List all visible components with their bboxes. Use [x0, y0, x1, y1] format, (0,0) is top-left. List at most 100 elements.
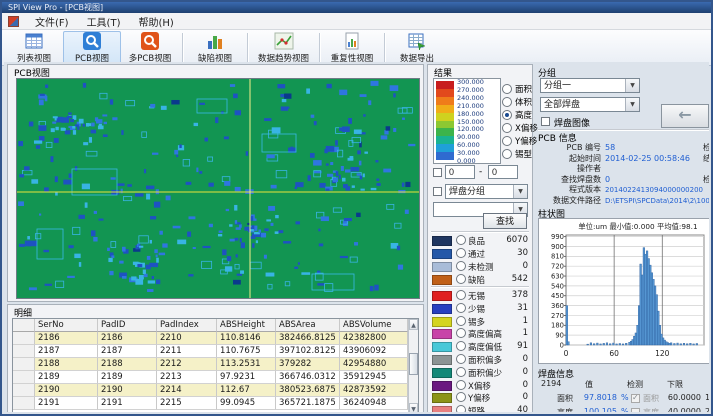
table-cell: 2187 [98, 345, 157, 358]
range-filter-checkbox[interactable] [433, 168, 442, 177]
column-header-serno[interactable]: SerNo [35, 319, 98, 332]
menu-item-tools[interactable]: 工具(T) [78, 14, 130, 29]
radio-icon[interactable] [456, 235, 466, 245]
pad-group-checkbox[interactable] [433, 187, 442, 196]
table-row[interactable]: 219021902214112.67380523.687542873592 [13, 384, 408, 397]
scroll-up-icon[interactable]: ▲ [409, 319, 418, 330]
radio-icon[interactable] [456, 316, 466, 326]
legend-item[interactable]: X偏移0 [430, 379, 530, 392]
radio-icon[interactable] [456, 380, 466, 390]
table-cell: 2191 [35, 397, 98, 410]
column-header-absheight[interactable]: ABSHeight [217, 319, 276, 332]
legend-item-count: 6070 [506, 235, 528, 245]
toolbar-list-view-button[interactable]: 列表视图 [5, 31, 63, 64]
radio-icon[interactable] [456, 341, 466, 351]
legend-item[interactable]: 缺陷542 [430, 273, 530, 286]
back-arrow-button[interactable]: ← [661, 104, 709, 128]
radio-icon[interactable] [456, 392, 466, 402]
table-row[interactable]: 218721872211110.7675397102.812543906092 [13, 345, 408, 358]
legend-item-count: 91 [517, 341, 528, 351]
pcb-board-view[interactable] [16, 78, 420, 299]
radio-icon[interactable] [456, 290, 466, 300]
legend-item[interactable]: 短路40 [430, 404, 530, 412]
menu-item-help[interactable]: 帮助(H) [129, 14, 182, 29]
legend-item-label: 未检测 [468, 261, 494, 273]
legend-color-swatch [432, 393, 452, 403]
toolbar-pcb-view-button[interactable]: PCB视图 [63, 31, 121, 64]
table-row[interactable]: 21892189221397.9231366746.031235912945 [13, 371, 408, 384]
chevron-down-icon[interactable]: ▼ [513, 185, 527, 198]
menu-item-file[interactable]: 文件(F) [26, 14, 78, 29]
radio-icon[interactable] [456, 261, 466, 271]
row-selector[interactable] [13, 384, 35, 397]
toolbar-defect-view-button[interactable]: 缺陷视图 [186, 31, 244, 64]
legend-item-count: 40 [517, 405, 528, 412]
row-selector[interactable] [13, 332, 35, 345]
legend-item-label: 高度偏低 [468, 341, 502, 353]
column-header-padid[interactable]: PadID [98, 319, 157, 332]
group-select[interactable]: 分组一 ▼ [540, 78, 640, 93]
radio-icon[interactable] [456, 367, 466, 377]
pad-check-checkbox[interactable] [631, 408, 640, 413]
toolbar-data-export-button[interactable]: 数据导出 [388, 31, 446, 64]
detail-table: SerNoPadIDPadIndexABSHeightABSAreaABSVol… [12, 318, 419, 412]
pad-metric-name: 面积 [537, 393, 573, 404]
row-selector[interactable] [13, 358, 35, 371]
table-row[interactable]: 218621862210110.8146382466.812542382800 [13, 332, 408, 345]
scroll-down-icon[interactable]: ▼ [409, 403, 418, 412]
colorbar-tick-label: 0.000 [457, 157, 476, 165]
chevron-down-icon[interactable]: ▼ [625, 79, 639, 92]
column-header-absvolume[interactable]: ABSVolume [340, 319, 408, 332]
table-cell: 2212 [157, 358, 217, 371]
pcb-info-right-label: 检测时间 [703, 142, 709, 153]
legend-item[interactable]: 面积偏少0 [430, 366, 530, 379]
chevron-down-icon[interactable]: ▼ [625, 98, 639, 111]
column-header-padindex[interactable]: PadIndex [157, 319, 217, 332]
pad-filter-select[interactable]: 全部焊盘 ▼ [540, 97, 640, 112]
range-from-input[interactable] [445, 165, 475, 179]
table-cell: 2190 [98, 384, 157, 397]
radio-icon[interactable] [456, 303, 466, 313]
legend-item[interactable]: 少锡31 [430, 302, 530, 315]
pad-check-checkbox[interactable] [631, 394, 640, 403]
pad-info-id: 2194 [541, 379, 561, 388]
scroll-thumb[interactable] [409, 353, 418, 375]
detail-scrollbar[interactable]: ▲ ▼ [408, 319, 418, 412]
legend-item[interactable]: 良品6070 [430, 234, 530, 247]
table-row[interactable]: 21912191221599.0945365721.187536240948 [13, 397, 408, 410]
pad-image-checkbox[interactable] [541, 117, 550, 126]
range-separator: - [479, 167, 482, 177]
legend-item[interactable]: 通过30 [430, 247, 530, 260]
legend-item[interactable]: 无锡378 [430, 289, 530, 302]
radio-icon[interactable] [456, 328, 466, 338]
legend-item[interactable]: 高度偏低 91 [430, 340, 530, 353]
legend-color-swatch [432, 355, 452, 365]
radio-icon[interactable] [456, 248, 466, 258]
pad-group-combo-value: 焊盘分组 [449, 187, 485, 197]
pcb-info-row: 查找焊盘数0检测焊盘数 [535, 174, 709, 185]
toolbar-multi-pcb-view-button[interactable]: 多PCB视图 [121, 31, 179, 64]
legend-item[interactable]: Y偏移0 [430, 391, 530, 404]
row-selector[interactable] [13, 371, 35, 384]
legend-item[interactable]: 面积偏多0 [430, 353, 530, 366]
divider [538, 129, 709, 130]
pad-group-combo[interactable]: 焊盘分组 ▼ [445, 184, 528, 199]
metric-option-6[interactable]: 锡型 [502, 143, 532, 162]
row-selector[interactable] [13, 397, 35, 410]
search-button[interactable]: 查找 [483, 213, 527, 229]
legend-item[interactable]: 高度偏高1 [430, 327, 530, 340]
radio-icon[interactable] [456, 274, 466, 284]
radio-icon[interactable] [456, 354, 466, 364]
table-row[interactable]: 218821882212113.253137928242954880 [13, 358, 408, 371]
row-selector[interactable] [13, 345, 35, 358]
toolbar-repeatability-view-button[interactable]: 重复性视图 [323, 31, 381, 64]
range-to-input[interactable] [488, 165, 518, 179]
pad-check-label: 高度 [643, 407, 659, 413]
column-header-absarea[interactable]: ABSArea [276, 319, 340, 332]
toolbar-data-trend-view-button[interactable]: 数据趋势视图 [251, 31, 316, 64]
legend-item[interactable]: 锡多1 [430, 315, 530, 328]
radio-icon[interactable] [502, 149, 512, 159]
radio-icon[interactable] [456, 405, 466, 412]
legend-item[interactable]: 未检测0 [430, 260, 530, 273]
legend-item-count: 30 [517, 248, 528, 258]
